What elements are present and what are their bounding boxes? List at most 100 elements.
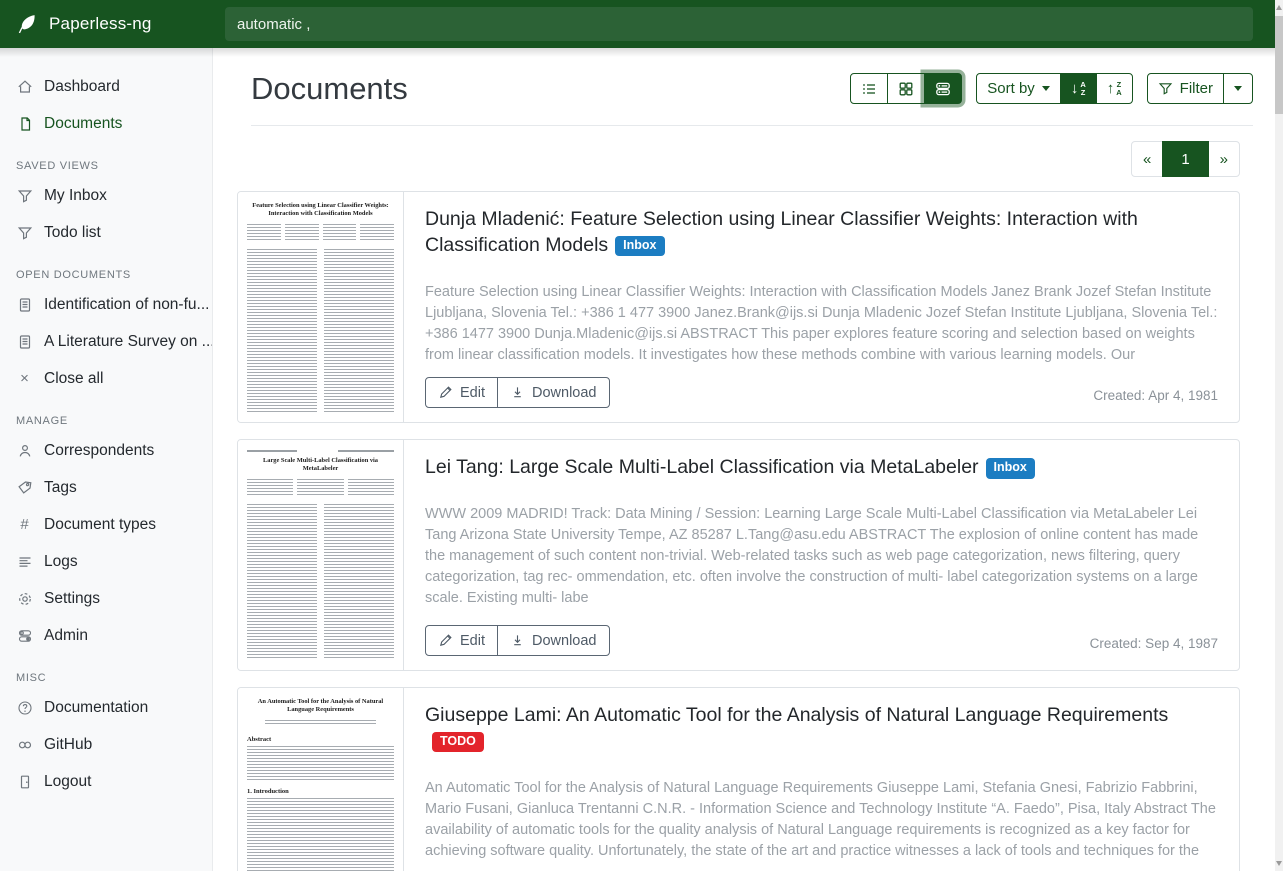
sidebar-item-label: Documentation bbox=[44, 699, 148, 717]
view-list-button[interactable] bbox=[850, 73, 888, 104]
download-button[interactable]: Download bbox=[497, 377, 610, 408]
sidebar-item-admin[interactable]: Admin bbox=[0, 617, 212, 654]
app-brand[interactable]: Paperless-ng bbox=[0, 0, 213, 48]
sidebar-item-label: Document types bbox=[44, 516, 156, 534]
sort-ascending-button[interactable]: ↑ ZA bbox=[1096, 73, 1133, 104]
pagination-prev-button[interactable]: « bbox=[1131, 141, 1163, 177]
document-card: Large Scale Multi-Label Classification v… bbox=[237, 439, 1240, 671]
document-thumbnail[interactable]: Feature Selection using Linear Classifie… bbox=[238, 192, 404, 422]
hash-icon: # bbox=[16, 516, 33, 533]
document-excerpt: Feature Selection using Linear Classifie… bbox=[425, 282, 1218, 367]
document-thumbnail[interactable]: Large Scale Multi-Label Classification v… bbox=[238, 440, 404, 670]
gear-icon bbox=[16, 590, 33, 607]
sidebar-item-document-types[interactable]: # Document types bbox=[0, 506, 212, 543]
sidebar-item-tags[interactable]: Tags bbox=[0, 469, 212, 506]
sidebar-item-logout[interactable]: Logout bbox=[0, 763, 212, 800]
sort-za-letters: ZA bbox=[1116, 81, 1121, 97]
sidebar-item-label: Tags bbox=[44, 479, 77, 497]
thumbnail-authors bbox=[247, 224, 394, 242]
sidebar-item-settings[interactable]: Settings bbox=[0, 580, 212, 617]
sort-az-letters: AZ bbox=[1080, 81, 1085, 97]
sidebar-item-open-doc-2[interactable]: A Literature Survey on ... bbox=[0, 323, 212, 360]
toggles-icon bbox=[16, 627, 33, 644]
download-button[interactable]: Download bbox=[497, 625, 610, 656]
sidebar-item-dashboard[interactable]: Dashboard bbox=[0, 68, 212, 105]
document-actions: Edit Download bbox=[425, 377, 610, 408]
sidebar-item-todo-list[interactable]: Todo list bbox=[0, 214, 212, 251]
search-input[interactable] bbox=[225, 7, 1253, 41]
sidebar-item-logs[interactable]: Logs bbox=[0, 543, 212, 580]
scrollbar-down-arrow[interactable] bbox=[1276, 861, 1282, 866]
home-icon bbox=[16, 78, 33, 95]
question-circle-icon bbox=[16, 699, 33, 716]
search-bar bbox=[213, 0, 1275, 48]
sort-up-icon: ↑ bbox=[1107, 81, 1115, 96]
tag-icon bbox=[16, 479, 33, 496]
sidebar: Dashboard Documents SAVED VIEWS My Inbox… bbox=[0, 48, 213, 871]
view-details-button[interactable] bbox=[924, 73, 962, 104]
document-card: An Automatic Tool for the Analysis of Na… bbox=[237, 687, 1240, 871]
page-title: Documents bbox=[251, 70, 408, 108]
sidebar-section-saved-views: SAVED VIEWS bbox=[16, 160, 196, 172]
sidebar-item-correspondents[interactable]: Correspondents bbox=[0, 432, 212, 469]
view-grid-button[interactable] bbox=[887, 73, 925, 104]
tag-badge-inbox: Inbox bbox=[615, 236, 664, 257]
document-card-footer: Edit Download Created: Apr 4, 1981 bbox=[425, 377, 1218, 408]
sort-descending-button[interactable]: ↓ AZ bbox=[1060, 73, 1097, 104]
sidebar-item-label: Dashboard bbox=[44, 78, 120, 96]
thumbnail-abstract-heading: Abstract bbox=[247, 736, 394, 743]
thumbnail-paper-title: Feature Selection using Linear Classifie… bbox=[247, 202, 394, 219]
document-card: Feature Selection using Linear Classifie… bbox=[237, 191, 1240, 423]
sort-by-button[interactable]: Sort by bbox=[976, 73, 1061, 104]
grid-view-icon bbox=[898, 81, 914, 97]
thumbnail-header bbox=[247, 450, 394, 452]
sidebar-item-documents[interactable]: Documents bbox=[0, 105, 212, 142]
sort-by-label: Sort by bbox=[987, 80, 1035, 97]
sidebar-item-my-inbox[interactable]: My Inbox bbox=[0, 177, 212, 214]
edit-button[interactable]: Edit bbox=[425, 377, 498, 408]
document-excerpt: An Automatic Tool for the Analysis of Na… bbox=[425, 778, 1218, 863]
document-excerpt: WWW 2009 MADRID! Track: Data Mining / Se… bbox=[425, 504, 1218, 615]
filter-button[interactable]: Filter bbox=[1147, 73, 1224, 104]
tag-badge-todo: TODO bbox=[432, 732, 484, 753]
edit-button[interactable]: Edit bbox=[425, 625, 498, 656]
sidebar-item-github[interactable]: GitHub bbox=[0, 726, 212, 763]
thumbnail-paper-title: An Automatic Tool for the Analysis of Na… bbox=[247, 698, 394, 715]
document-title[interactable]: Giuseppe Lami: An Automatic Tool for the… bbox=[425, 703, 1218, 754]
filter-dropdown-button[interactable] bbox=[1223, 73, 1253, 104]
sidebar-item-open-doc-1[interactable]: Identification of non-fu... bbox=[0, 286, 212, 323]
leaf-logo-icon bbox=[16, 13, 38, 35]
sidebar-item-label: Settings bbox=[44, 590, 100, 608]
thumbnail-body-columns bbox=[247, 504, 394, 660]
pagination: « 1 » bbox=[214, 141, 1240, 177]
page-header: Documents bbox=[251, 70, 1253, 108]
scrollbar-thumb[interactable] bbox=[1275, 16, 1283, 114]
sidebar-item-label: My Inbox bbox=[44, 187, 107, 205]
thumbnail-paper-title: Large Scale Multi-Label Classification v… bbox=[247, 457, 394, 474]
main-content: Documents bbox=[214, 48, 1275, 871]
document-title[interactable]: Dunja Mladenić: Feature Selection using … bbox=[425, 207, 1218, 258]
scrollbar-up-arrow[interactable] bbox=[1276, 5, 1282, 10]
pencil-icon bbox=[438, 385, 453, 400]
document-thumbnail[interactable]: An Automatic Tool for the Analysis of Na… bbox=[238, 688, 404, 871]
thumbnail-body-text bbox=[247, 798, 394, 871]
sidebar-item-label: Logout bbox=[44, 773, 91, 791]
thumbnail-abstract-text bbox=[247, 746, 394, 782]
pagination-next-button[interactable]: » bbox=[1208, 141, 1240, 177]
funnel-icon bbox=[16, 187, 33, 204]
document-title[interactable]: Lei Tang: Large Scale Multi-Label Classi… bbox=[425, 455, 1218, 481]
thumbnail-authors bbox=[247, 479, 394, 497]
close-icon: × bbox=[16, 370, 33, 387]
header-divider bbox=[251, 125, 1253, 126]
vertical-scrollbar[interactable] bbox=[1275, 0, 1283, 871]
filter-label: Filter bbox=[1180, 80, 1213, 97]
sidebar-item-documentation[interactable]: Documentation bbox=[0, 689, 212, 726]
sidebar-item-label: GitHub bbox=[44, 736, 92, 754]
sidebar-item-close-all[interactable]: × Close all bbox=[0, 360, 212, 397]
view-mode-group bbox=[850, 73, 962, 104]
document-card-footer: Edit Download Created: Sep 4, 1987 bbox=[425, 625, 1218, 656]
thumbnail-intro-heading: 1. Introduction bbox=[247, 788, 394, 795]
created-date: Created: Sep 4, 1987 bbox=[1090, 636, 1218, 651]
pagination-page-1[interactable]: 1 bbox=[1162, 141, 1208, 177]
created-date: Created: Apr 4, 1981 bbox=[1093, 388, 1218, 403]
